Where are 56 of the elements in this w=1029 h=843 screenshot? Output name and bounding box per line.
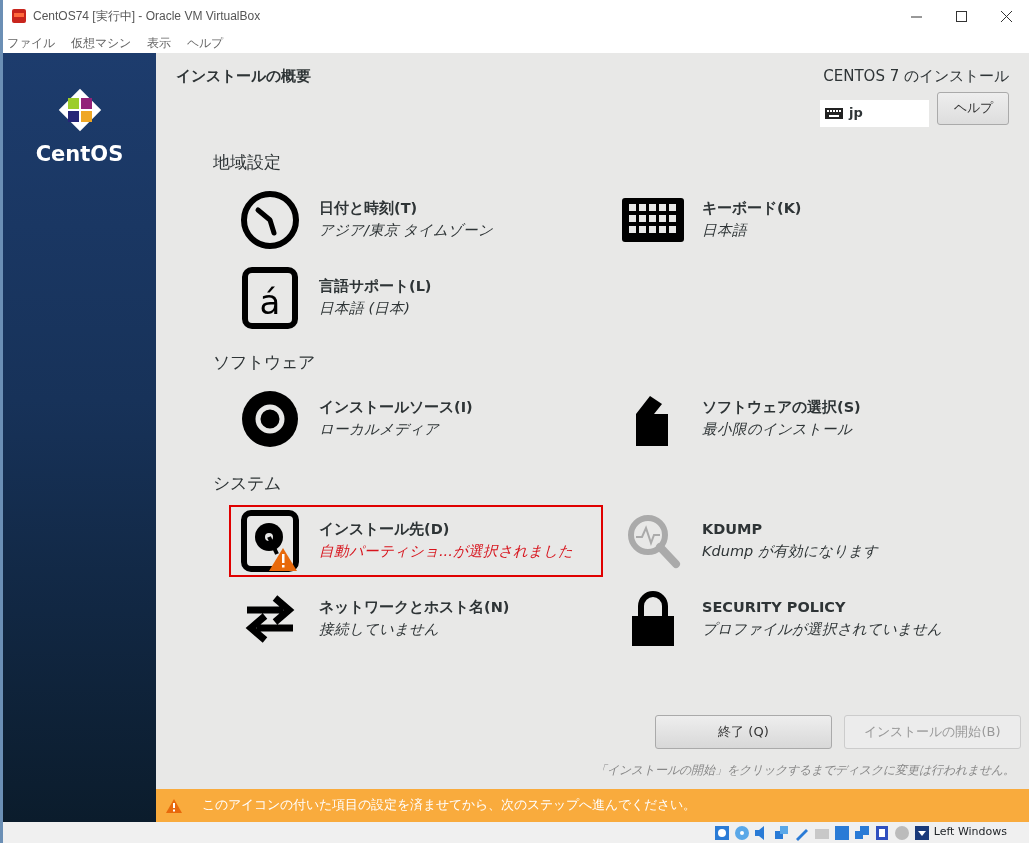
settings-spoke[interactable]: ソフトウェアの選択(S) 最小限のインストール [612,383,986,455]
screens-icon[interactable] [853,824,870,841]
menu-item[interactable]: 仮想マシン [71,33,131,52]
spoke-status: プロファイルが選択されていません [702,619,942,639]
spoke-title: インストール先(D) [319,519,451,539]
settings-spoke[interactable]: キーボード(K) 日本語 [612,183,986,256]
spoke-title: 日付と時刻(T) [319,198,419,218]
spoke-title: インストールソース(I) [319,398,473,418]
maximize-icon[interactable] [956,10,967,22]
settings-spoke[interactable]: インストール先(D) 自動パーティショ...が選択されました [229,504,603,577]
spoke-status: Kdump が有効になります [702,541,878,561]
menu-item[interactable]: 表示 [147,33,171,52]
window-title: CentOS74 [実行中] - Oracle VM VirtualBox [33,8,261,25]
section-title: 地域設定 [212,151,282,174]
spoke-status: 自動パーティショ...が選択されました [319,541,573,561]
quit-button[interactable]: 終了 (Q) [655,715,832,749]
keyboard-layout-field[interactable]: jp [820,99,929,127]
product-title: CENTOS 7 のインストール [822,66,1009,87]
warning-message: このアイコンの付いた項目の設定を済ませてから、次のステップへ進んでください。 [202,796,696,815]
spoke-title: ソフトウェアの選択(S) [702,398,861,418]
keyboard-icon [825,107,843,119]
section-title: ソフトウェア [212,350,316,374]
settings-spoke[interactable]: á 言語サポート(L) 日本語 (日本) [229,261,603,334]
spoke-status: 日本語 (日本) [319,298,411,318]
spoke-title: キーボード(K) [702,198,802,218]
spoke-title: SECURITY POLICY [702,597,847,617]
settings-spoke[interactable]: KDUMP Kdump が有効になります [612,504,986,577]
host-key-label: Left Windows [933,824,1007,841]
spoke-status: アジア/東京 タイムゾーン [319,220,494,240]
clock-icon [239,188,301,251]
settings-spoke[interactable]: SECURITY POLICY プロファイルが選択されていません [612,582,986,655]
settings-spoke[interactable]: ネットワークとホスト名(N) 接続していません [229,582,603,655]
spoke-status: 最小限のインストール [702,420,854,439]
network-icon[interactable] [773,824,790,841]
menu-item[interactable]: ファイル [7,33,55,52]
page-title: インストールの概要 [176,66,311,87]
section-title: システム [212,472,282,495]
spoke-status: 日本語 [702,220,749,240]
optical-disc-icon[interactable] [733,824,750,841]
settings-spoke[interactable]: インストールソース(I) ローカルメディア [229,383,603,455]
menu-item[interactable]: ヘルプ [187,33,223,52]
app-icon [11,8,27,24]
disc-icon [239,388,301,450]
spoke-title: ネットワークとホスト名(N) [319,597,510,617]
disk-change-note: 「インストールの開始」をクリックするまでディスクに変更は行われません。 [594,762,1016,779]
logo-text: CentOS [35,141,124,168]
spoke-status: ローカルメディア [319,420,441,439]
spoke-status: 接続していません [319,619,440,639]
spoke-title: 言語サポート(L) [319,276,432,296]
warning-icon [166,798,182,813]
hard-disk-warning-icon [239,509,301,572]
language-icon: á [239,266,301,329]
help-button[interactable]: ヘルプ [937,91,1009,125]
spoke-title: KDUMP [702,519,764,539]
settings-spoke[interactable]: 日付と時刻(T) アジア/東京 タイムゾーン [229,183,603,256]
close-icon[interactable] [1001,10,1012,22]
